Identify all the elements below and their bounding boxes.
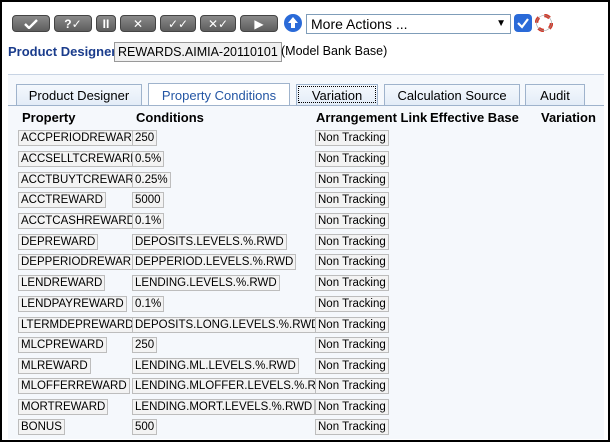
condition-cell: DEPPERIOD.LEVELS.%.RWD (132, 254, 297, 270)
chevron-down-icon: ▼ (496, 18, 506, 29)
property-cell: BONUS (18, 419, 65, 435)
property-cell: ACCPERIODREWARD (18, 130, 144, 146)
authorise-button[interactable]: ✓✓ (160, 15, 196, 32)
model-base-text: (Model Bank Base) (281, 44, 388, 58)
condition-cell: 0.1% (132, 296, 165, 312)
arrangement-cell: Non Tracking (315, 275, 389, 291)
property-cell: ACCTREWARD (18, 192, 106, 208)
property-cell: MORTREWARD (18, 399, 109, 415)
go-icon[interactable] (514, 14, 532, 32)
pause-icon: II (102, 16, 110, 31)
arrangement-cell: Non Tracking (315, 254, 389, 270)
check-icon (24, 18, 38, 29)
condition-cell: DEPOSITS.LEVELS.%.RWD (132, 234, 287, 250)
col-conditions: Conditions (136, 110, 204, 125)
arrangement-cell: Non Tracking (315, 399, 389, 415)
tab-divider (8, 105, 604, 106)
condition-cell: LENDING.MORT.LEVELS.%.RWD (132, 399, 316, 415)
arrangement-cell: Non Tracking (315, 130, 389, 146)
property-cell: DEPREWARD (18, 234, 99, 250)
cross-icon: ✕ (132, 16, 144, 31)
condition-cell: 0.5% (132, 151, 165, 167)
tab-property-conditions[interactable]: Property Conditions (148, 83, 290, 106)
property-cell: LENDREWARD (18, 275, 106, 291)
toolbar: ?✓ II ✕ ✓✓ ✕✓ ▶ More Actions ... ▼ (2, 10, 608, 36)
commit-button[interactable] (12, 15, 50, 32)
property-cell: ACCTBUYTCREWARD (18, 172, 145, 188)
arrangement-cell: Non Tracking (315, 419, 389, 435)
arrangement-cell: Non Tracking (315, 296, 389, 312)
condition-cell: 0.1% (132, 213, 165, 229)
property-cell: LTERMDEPREWARD (18, 317, 137, 333)
next-button[interactable]: ▶ (240, 15, 278, 32)
product-designer-label: Product Designer (8, 44, 117, 59)
help-lifebuoy-icon[interactable] (534, 13, 554, 33)
property-cell: DEPPERIODREWARD (18, 254, 143, 270)
play-icon: ▶ (254, 16, 264, 31)
condition-cell: LENDING.MLOFFER.LEVELS.%.RWD (132, 378, 338, 394)
double-check-icon: ✓✓ (167, 16, 189, 31)
arrangement-cell: Non Tracking (315, 337, 389, 353)
condition-cell: LENDING.LEVELS.%.RWD (132, 275, 280, 291)
col-effective-base: Effective Base (430, 110, 519, 125)
property-cell: ACCSELLTCREWARD (18, 151, 142, 167)
col-property: Property (22, 110, 76, 125)
col-arrangement-link: Arrangement Link (316, 110, 428, 125)
property-cell: ACCTCASHREWARD (18, 213, 138, 229)
arrangement-cell: Non Tracking (315, 378, 389, 394)
arrangement-cell: Non Tracking (315, 192, 389, 208)
arrangement-cell: Non Tracking (315, 213, 389, 229)
cross-check-icon: ✕✓ (207, 16, 229, 31)
condition-cell: DEPOSITS.LONG.LEVELS.%.RWD (132, 317, 323, 333)
property-cell: MLCPREWARD (18, 337, 107, 353)
window: ?✓ II ✕ ✓✓ ✕✓ ▶ More Actions ... ▼ Produ… (0, 0, 610, 442)
condition-cell: 250 (132, 130, 158, 146)
validate-button[interactable]: ?✓ (54, 15, 92, 32)
reverse-button[interactable]: ✕✓ (200, 15, 236, 32)
arrangement-cell: Non Tracking (315, 234, 389, 250)
tab-audit[interactable]: Audit (525, 84, 585, 105)
arrangement-cell: Non Tracking (315, 151, 389, 167)
property-cell: MLOFFERREWARD (18, 378, 130, 394)
product-id-field: REWARDS.AIMIA-20110101 (114, 42, 282, 62)
more-actions-label: More Actions ... (311, 16, 408, 32)
question-check-icon: ?✓ (64, 16, 82, 31)
arrangement-cell: Non Tracking (315, 358, 389, 374)
tab-product-designer[interactable]: Product Designer (16, 84, 142, 105)
condition-cell: 250 (132, 337, 158, 353)
condition-cell: LENDING.ML.LEVELS.%.RWD (132, 358, 299, 374)
arrangement-cell: Non Tracking (315, 317, 389, 333)
col-variation: Variation (541, 110, 596, 125)
condition-cell: 500 (132, 419, 158, 435)
tab-calculation-source[interactable]: Calculation Source (384, 84, 520, 105)
hold-button[interactable]: II (96, 15, 116, 32)
more-actions-select[interactable]: More Actions ... ▼ (306, 14, 511, 34)
delete-button[interactable]: ✕ (120, 15, 156, 32)
tab-variation[interactable]: Variation (296, 84, 378, 105)
property-cell: LENDPAYREWARD (18, 296, 127, 312)
property-cell: MLREWARD (18, 358, 91, 374)
arrangement-cell: Non Tracking (315, 172, 389, 188)
condition-cell: 5000 (132, 192, 164, 208)
upload-icon[interactable] (284, 14, 302, 32)
condition-cell: 0.25% (132, 172, 171, 188)
